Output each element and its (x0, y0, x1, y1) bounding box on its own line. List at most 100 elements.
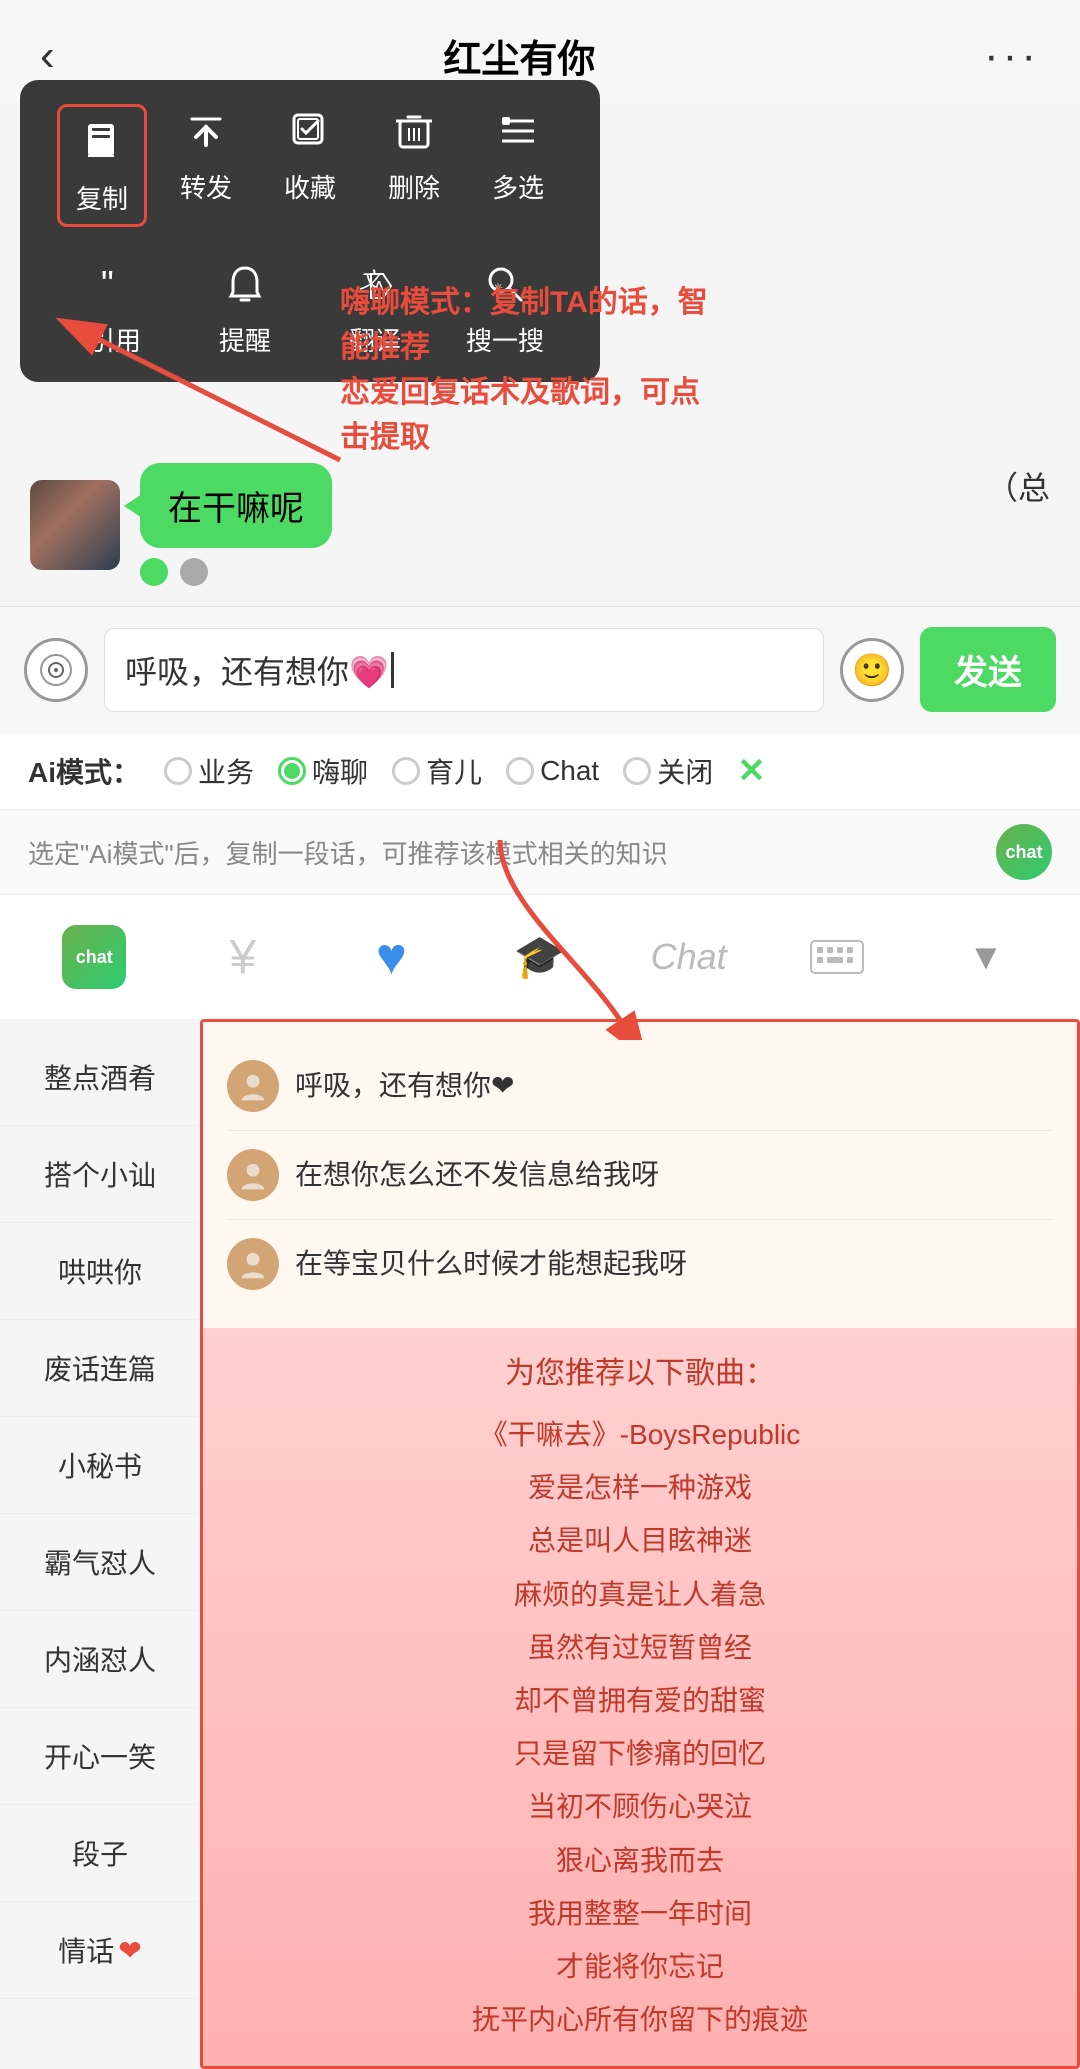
radio-label-business: 业务 (198, 751, 254, 791)
sidebar-item-duanzi[interactable]: 段子 (0, 1805, 200, 1902)
toolbar-heart[interactable]: ♥ (317, 913, 466, 1001)
radio-label-parenting: 育儿 (426, 751, 482, 791)
emoji-button[interactable]: 🙂 (840, 638, 904, 702)
message-input[interactable]: 呼吸，还有想你💗 (104, 628, 824, 712)
sidebar-item-neihanruren[interactable]: 内涵怼人 (0, 1611, 200, 1708)
copy-icon (75, 115, 129, 169)
chat-text-icon: Chat (651, 936, 727, 978)
hint-bar: 选定"Ai模式"后，复制一段话，可推荐该模式相关的知识 chat (0, 809, 1080, 894)
quote-label: 引用 (89, 321, 141, 358)
page-title: 红尘有你 (55, 28, 984, 83)
input-bar: 呼吸，还有想你💗 🙂 发送 (0, 606, 1080, 732)
radio-haichat[interactable]: 嗨聊 (278, 751, 368, 791)
radio-chat[interactable]: Chat (506, 755, 599, 787)
hint-chat-icon[interactable]: chat (996, 824, 1052, 880)
sidebar-item-houhouni[interactable]: 哄哄你 (0, 1223, 200, 1320)
menu-copy[interactable]: 复制 (57, 104, 147, 227)
down-arrow-icon: ▼ (968, 936, 1004, 978)
suggestion-item-3[interactable]: 在等宝贝什么时候才能想起我呀 (227, 1220, 1053, 1308)
lyric-7: 狠心离我而去 (227, 1834, 1053, 1887)
radio-circle-close (623, 757, 651, 785)
ai-mode-bar: Ai模式： 业务 嗨聊 育儿 Chat 关闭 ✕ (0, 732, 1080, 809)
menu-delete[interactable]: 删除 (369, 104, 459, 227)
lyric-1: 总是叫人目眩神迷 (227, 1514, 1053, 1567)
remind-icon (218, 257, 272, 311)
sidebar-item-zhengdian[interactable]: 整点酒肴 (0, 1029, 200, 1126)
menu-quote[interactable]: " 引用 (70, 257, 160, 358)
suggestion-text-1: 呼吸，还有想你❤ (295, 1066, 514, 1105)
menu-remind[interactable]: 提醒 (200, 257, 290, 358)
ai-mode-label: Ai模式： (28, 751, 140, 791)
toolbar-row: chat ¥ ♥ 🎓 Chat ▼ (0, 894, 1080, 1019)
lyric-0: 爱是怎样一种游戏 (227, 1461, 1053, 1514)
toolbar-keyboard[interactable] (763, 923, 912, 991)
menu-collect[interactable]: 收藏 (265, 104, 355, 227)
radio-circle-chat (506, 757, 534, 785)
keyboard-icon (809, 937, 865, 977)
send-button[interactable]: 发送 (920, 627, 1056, 712)
right-content-panel: 呼吸，还有想你❤ 在想你怎么还不发信息给我呀 (200, 1019, 1080, 2069)
chat-avatar (30, 480, 120, 570)
sidebar-item-sougexiaoshan[interactable]: 搭个小讪 (0, 1126, 200, 1223)
more-button[interactable]: ··· (984, 31, 1040, 81)
toolbar-down[interactable]: ▼ (911, 922, 1060, 992)
graduation-icon: 🎓 (514, 933, 566, 982)
radio-label-close: 关闭 (657, 751, 713, 791)
radio-label-chat: Chat (540, 755, 599, 787)
toolbar-yen[interactable]: ¥ (169, 916, 318, 999)
menu-forward[interactable]: 转发 (161, 104, 251, 227)
back-button[interactable]: ‹ (40, 31, 55, 81)
annotation-text: 嗨聊模式：复制TA的话，智能推荐 恋爱回复话术及歌词，可点击提取 (340, 280, 720, 460)
context-menu-row-1: 复制 转发 收藏 (50, 104, 570, 227)
sidebar-item-kaiyixiao[interactable]: 开心一笑 (0, 1708, 200, 1805)
suggestion-text-3: 在等宝贝什么时候才能想起我呀 (295, 1244, 687, 1283)
radio-close[interactable]: 关闭 (623, 751, 713, 791)
toolbar-ai-chat[interactable]: chat (20, 911, 169, 1003)
delete-label: 删除 (388, 168, 440, 205)
lyric-5: 只是留下惨痛的回忆 (227, 1727, 1053, 1780)
lyric-10: 抚平内心所有你留下的痕迹 (227, 1993, 1053, 2046)
remind-label: 提醒 (219, 321, 271, 358)
suggestions-section: 呼吸，还有想你❤ 在想你怎么还不发信息给我呀 (203, 1022, 1077, 1328)
suggestion-avatar-1 (227, 1060, 279, 1112)
voice-button[interactable] (24, 638, 88, 702)
radio-circle-haichat (278, 757, 306, 785)
suggestion-avatar-3 (227, 1238, 279, 1290)
online-indicator-2 (180, 558, 208, 586)
sidebar-item-xiaomishu[interactable]: 小秘书 (0, 1417, 200, 1514)
sidebar-item-qinghua[interactable]: 情话 ❤ (0, 1902, 200, 1999)
forward-label: 转发 (180, 168, 232, 205)
yen-icon: ¥ (230, 930, 257, 985)
main-content: 整点酒肴 搭个小讪 哄哄你 废话连篇 小秘书 霸气怼人 内涵怼人 开心一笑 段子… (0, 1019, 1080, 2069)
toolbar-graduation[interactable]: 🎓 (466, 919, 615, 996)
multiselect-icon (491, 104, 545, 158)
songs-section: 为您推荐以下歌曲： 《干嘛去》-BoysRepublic 爱是怎样一种游戏 总是… (203, 1328, 1077, 2066)
toolbar-chat-text[interactable]: Chat (614, 922, 763, 992)
songs-title: 为您推荐以下歌曲： (227, 1348, 1053, 1392)
copy-label: 复制 (76, 179, 128, 216)
radio-circle-parenting (392, 757, 420, 785)
quote-icon: " (88, 257, 142, 311)
lyric-3: 虽然有过短暂曾经 (227, 1621, 1053, 1674)
close-ai-button[interactable]: ✕ (737, 751, 766, 791)
chat-title-suffix: （总 (986, 463, 1050, 509)
chat-bubble: 在干嘛呢 (140, 463, 332, 548)
sidebar-item-feihua[interactable]: 废话连篇 (0, 1320, 200, 1417)
multiselect-label: 多选 (492, 168, 544, 205)
lyric-4: 却不曾拥有爱的甜蜜 (227, 1674, 1053, 1727)
delete-icon (387, 104, 441, 158)
song-title[interactable]: 《干嘛去》-BoysRepublic (227, 1408, 1053, 1461)
suggestion-item-1[interactable]: 呼吸，还有想你❤ (227, 1042, 1053, 1131)
ai-chat-icon: chat (62, 925, 126, 989)
online-indicator (140, 558, 168, 586)
collect-label: 收藏 (284, 168, 336, 205)
suggestion-item-2[interactable]: 在想你怎么还不发信息给我呀 (227, 1131, 1053, 1220)
chat-area: 在干嘛呢 （总 (0, 443, 1080, 606)
menu-multiselect[interactable]: 多选 (473, 104, 563, 227)
collect-icon (283, 104, 337, 158)
lyric-6: 当初不顾伤心哭泣 (227, 1780, 1053, 1833)
radio-business[interactable]: 业务 (164, 751, 254, 791)
lyric-9: 才能将你忘记 (227, 1940, 1053, 1993)
sidebar-item-baqiruren[interactable]: 霸气怼人 (0, 1514, 200, 1611)
radio-parenting[interactable]: 育儿 (392, 751, 482, 791)
